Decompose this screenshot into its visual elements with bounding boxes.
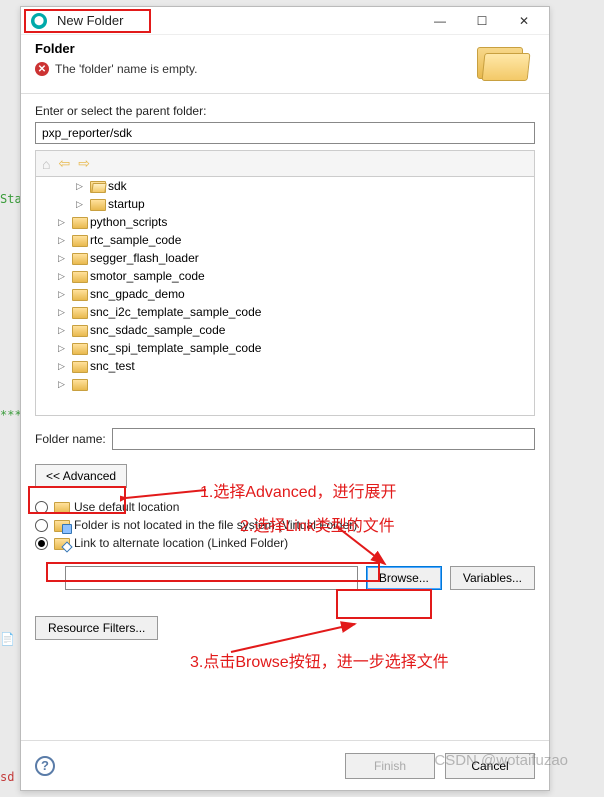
expand-icon[interactable]: ▷ [76,181,88,192]
tree-item[interactable]: ▷ snc_test [36,357,534,375]
expand-icon[interactable]: ▷ [58,235,70,246]
close-button[interactable]: ✕ [503,8,545,34]
maximize-button[interactable]: ☐ [461,8,503,34]
bg-icon-fragment: 📄 [0,632,15,646]
tree-item-label: startup [108,197,145,211]
parent-folder-input[interactable] [35,122,535,144]
finish-button[interactable]: Finish [345,753,435,779]
expand-icon[interactable]: ▷ [76,199,88,210]
titlebar: ⬤ New Folder — ☐ ✕ [21,7,549,35]
folder-icon [72,342,86,354]
help-icon[interactable]: ? [35,756,55,776]
tree-item-label: smotor_sample_code [90,269,205,283]
expand-icon[interactable]: ▷ [58,361,70,372]
expand-icon[interactable]: ▷ [58,217,70,228]
parent-folder-label: Enter or select the parent folder: [35,104,535,118]
folder-icon [90,180,104,192]
link-path-input[interactable] [65,566,358,590]
resource-filters-button[interactable]: Resource Filters... [35,616,158,640]
expand-icon[interactable]: ▷ [58,289,70,300]
folder-icon [72,252,86,264]
tree-item[interactable]: ▷ snc_sdadc_sample_code [36,321,534,339]
tree-item-label: sdk [108,179,127,193]
window-title: New Folder [53,13,127,28]
tree-item[interactable]: ▷ smotor_sample_code [36,267,534,285]
tree-item-label: snc_i2c_template_sample_code [90,305,261,319]
tree-item-label: snc_gpadc_demo [90,287,185,301]
folder-icon [72,324,86,336]
error-text: The 'folder' name is empty. [55,62,197,76]
app-icon: ⬤ [31,13,47,29]
folder-icon [72,360,86,372]
advanced-button[interactable]: << Advanced [35,464,127,488]
page-title: Folder [35,41,477,56]
tree-item[interactable]: ▷ rtc_sample_code [36,231,534,249]
radio-virtual-folder[interactable]: Folder is not located in the file system… [35,516,535,534]
radio-default-location[interactable]: Use default location [35,498,535,516]
folder-icon [72,270,86,282]
bg-code-fragment: sd [0,770,14,784]
tree-item[interactable]: ▷ segger_flash_loader [36,249,534,267]
expand-icon[interactable]: ▷ [58,325,70,336]
folder-large-icon [477,41,531,83]
tree-item[interactable]: ▷ snc_spi_template_sample_code [36,339,534,357]
error-icon: ✕ [35,62,49,76]
folder-tree[interactable]: ▷sdk▷startup▷python_scripts▷rtc_sample_c… [35,176,535,416]
wizard-header: Folder ✕ The 'folder' name is empty. [21,35,549,94]
new-folder-dialog: ⬤ New Folder — ☐ ✕ Folder ✕ The 'folder'… [20,6,550,791]
tree-item[interactable]: ▷ snc_gpadc_demo [36,285,534,303]
tree-item-label: rtc_sample_code [90,233,181,247]
linked-folder-icon [54,537,68,549]
tree-nav-toolbar: ⌂ ⇦ ⇨ [35,150,535,176]
expand-icon[interactable]: ▷ [58,271,70,282]
virtual-folder-icon [54,519,68,531]
back-icon[interactable]: ⇦ [58,155,70,172]
error-message: ✕ The 'folder' name is empty. [35,62,477,76]
tree-item-label: snc_spi_template_sample_code [90,341,261,355]
folder-icon [54,501,68,513]
expand-icon[interactable]: ▷ [58,307,70,318]
tree-item[interactable]: ▷ python_scripts [36,213,534,231]
folder-name-input[interactable] [112,428,535,450]
folder-icon [90,198,104,210]
tree-item-label: segger_flash_loader [90,251,199,265]
variables-button[interactable]: Variables... [450,566,535,590]
location-radio-group: Use default location Folder is not locat… [35,498,535,552]
tree-item-label: snc_sdadc_sample_code [90,323,225,337]
tree-item[interactable]: ▷ startup [36,195,534,213]
folder-icon [72,306,86,318]
home-icon[interactable]: ⌂ [42,156,50,172]
expand-icon[interactable]: ▷ [58,343,70,354]
tree-item-label: snc_test [90,359,135,373]
browse-button[interactable]: Browse... [366,566,442,590]
folder-icon [72,288,86,300]
forward-icon[interactable]: ⇨ [78,155,90,172]
watermark: CSDN @wotaifuzao [434,752,568,769]
radio-linked-folder[interactable]: Link to alternate location (Linked Folde… [35,534,535,552]
tree-item[interactable]: ▷ sdk [36,177,534,195]
folder-icon [72,216,86,228]
tree-item[interactable]: ▷ snc_i2c_template_sample_code [36,303,534,321]
minimize-button[interactable]: — [419,8,461,34]
folder-icon [72,234,86,246]
tree-item-label: python_scripts [90,215,167,229]
expand-icon[interactable]: ▷ [58,253,70,264]
folder-name-label: Folder name: [35,432,106,446]
